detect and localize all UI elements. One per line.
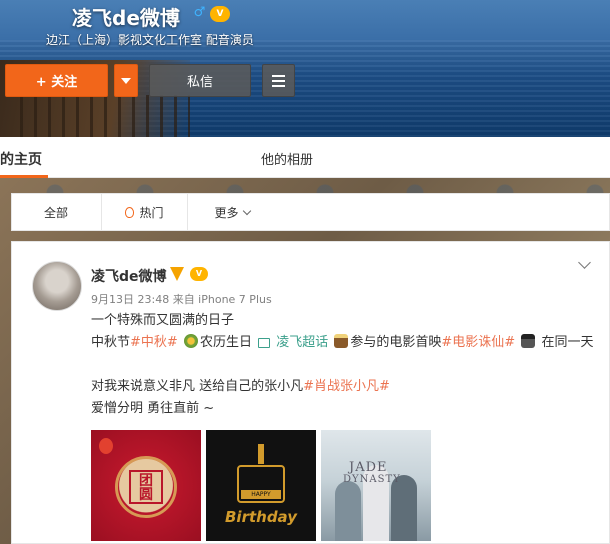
caret-down-icon <box>121 77 131 84</box>
mooncake-emoji-icon <box>183 334 198 348</box>
post-image-mid-autumn[interactable]: 团 圆 <box>91 430 201 541</box>
feed-filter-tabs: 全部 热门 更多 <box>11 193 610 231</box>
poster-subtitle: DYNASTY <box>343 474 401 485</box>
post-text-line: 一个特殊而又圆满的日子 <box>91 313 235 328</box>
cake-emoji-icon <box>334 334 349 348</box>
follow-dropdown-button[interactable] <box>114 64 138 97</box>
poster-title: JADE <box>349 460 388 475</box>
post-text-paragraph: 对我来说意义非凡 送给自己的张小凡#肖战张小凡# <box>91 376 596 398</box>
post-images: 团 圆 HAPPY Birthday JADE DYNASTY <box>91 430 431 541</box>
more-menu-button[interactable] <box>262 64 295 97</box>
male-icon: ♂ <box>193 5 206 20</box>
birthday-happy-label: HAPPY <box>241 490 281 499</box>
cover-pier-posts <box>20 95 190 137</box>
hashtag-link[interactable]: #中秋# <box>130 335 178 350</box>
post-text: 对我来说意义非凡 送给自己的张小凡 <box>91 379 304 394</box>
hashtag-link[interactable]: #肖战张小凡# <box>303 379 390 394</box>
profile-name: 凌飞de微博 <box>72 6 180 30</box>
filter-tab-all-label: 全部 <box>43 205 68 220</box>
lantern-icon <box>99 438 113 454</box>
post-text: 参与的电影首映 <box>350 335 442 350</box>
profile-nav: 的主页 他的相册 <box>0 137 610 178</box>
candle-icon <box>258 444 264 464</box>
filter-tab-hot-label: 热门 <box>139 205 164 220</box>
post-meta: 9月13日 23:48 来自 iPhone 7 Plus <box>91 293 272 306</box>
tab-album[interactable]: 他的相册 <box>261 149 313 168</box>
flame-icon <box>125 206 135 218</box>
verified-icon <box>170 267 184 281</box>
clapperboard-emoji-icon <box>521 334 536 348</box>
post-text: 农历生日 <box>199 335 257 350</box>
filter-tab-hot[interactable]: 热门 <box>101 194 188 230</box>
vip-level-icon: V <box>210 6 230 22</box>
mid-autumn-title: 团 圆 <box>129 470 163 504</box>
post-text-paragraph: 中秋节#中秋# 农历生日 凌飞超话 参与的电影首映#电影诛仙# 在同一天 <box>91 332 596 354</box>
post-text-line: 爱憎分明 勇往直前 ~ <box>91 401 215 416</box>
feed-card: 凌飞de微博 V 9月13日 23:48 来自 iPhone 7 Plus 一个… <box>11 241 610 544</box>
message-button[interactable]: 私信 <box>149 64 251 97</box>
follow-button[interactable]: + 关注 <box>5 64 108 97</box>
post-image-birthday[interactable]: HAPPY Birthday <box>206 430 316 541</box>
post-options-chevron-icon[interactable] <box>578 258 590 270</box>
tab-home[interactable]: 的主页 <box>0 149 42 169</box>
filter-tab-more-label: 更多 <box>214 205 239 220</box>
post-text: 在同一天 <box>541 335 594 350</box>
vip-level-icon: V <box>190 267 208 281</box>
avatar[interactable] <box>32 261 82 311</box>
poster-figure <box>335 481 361 541</box>
profile-bio: 边江（上海）影视文化工作室 配音演员 <box>46 33 254 47</box>
filter-tab-more[interactable]: 更多 <box>202 194 262 230</box>
supertopic-link[interactable]: 凌飞超话 <box>276 335 328 350</box>
hashtag-link[interactable]: #电影诛仙# <box>441 335 515 350</box>
birthday-title: Birthday <box>225 508 297 526</box>
post-image-jade-dynasty[interactable]: JADE DYNASTY <box>321 430 431 541</box>
menu-icon <box>272 74 285 87</box>
post-text: 中秋节 <box>91 335 131 350</box>
post-author[interactable]: 凌飞de微博 <box>91 266 167 286</box>
filter-tab-all[interactable]: 全部 <box>12 194 100 230</box>
supertopic-icon <box>258 338 271 348</box>
chevron-down-icon <box>242 206 251 215</box>
